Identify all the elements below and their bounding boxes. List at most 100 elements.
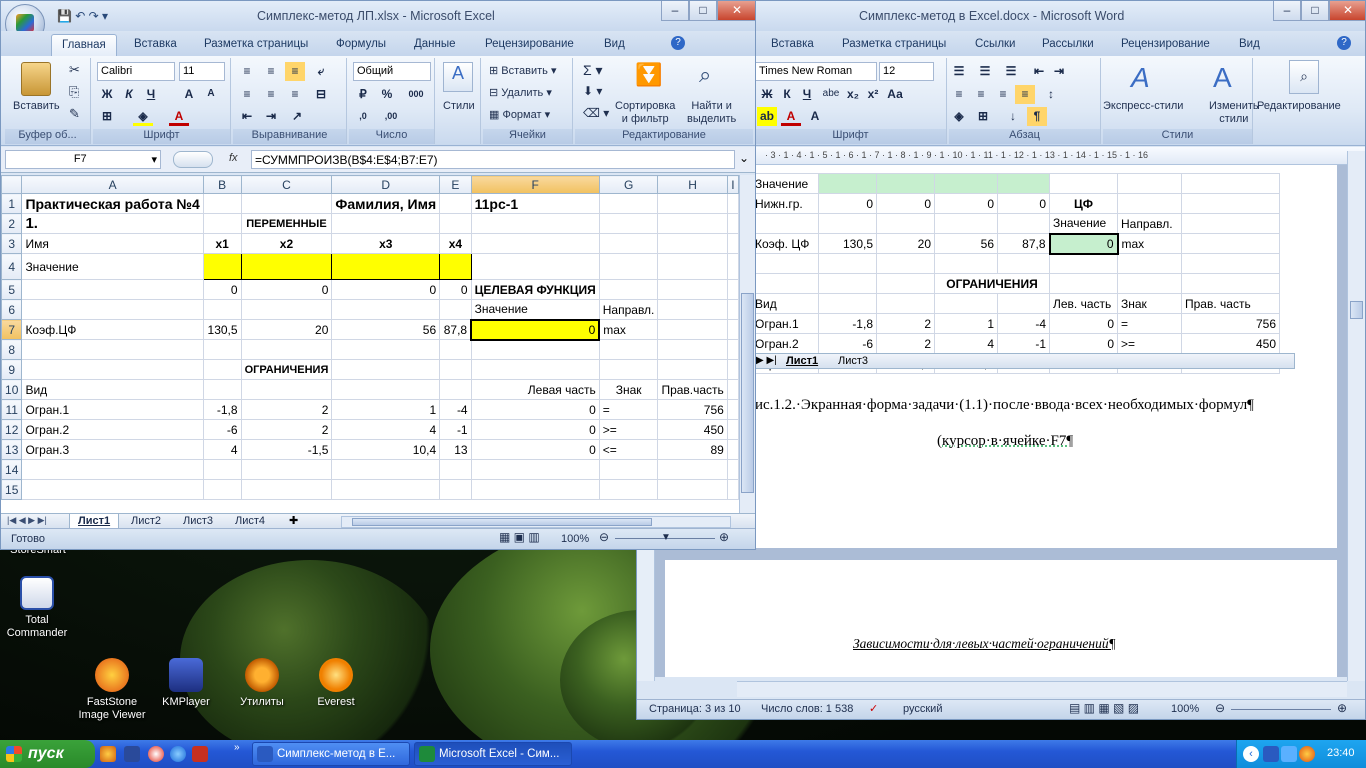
cell[interactable] <box>240 339 333 360</box>
cell[interactable]: 450 <box>1181 333 1280 354</box>
cell[interactable] <box>331 479 441 500</box>
row-header[interactable]: 9 <box>1 359 23 380</box>
cell-F6[interactable]: Значение <box>470 299 600 320</box>
cell[interactable]: 2 <box>240 399 333 420</box>
tray-icon[interactable]: ‹ <box>1243 746 1259 762</box>
cell[interactable] <box>598 253 659 280</box>
cell[interactable] <box>439 359 472 380</box>
align-left-icon[interactable]: ≡ <box>949 85 969 104</box>
zoom-slider-thumb-icon[interactable]: ▼ <box>661 532 671 543</box>
express-styles-button[interactable]: Экспресс-стили <box>1103 100 1183 112</box>
word-tab-view[interactable]: Вид <box>1239 38 1260 50</box>
cell[interactable]: Направл. <box>1117 213 1182 234</box>
cell[interactable]: 56 <box>934 233 998 254</box>
cell[interactable] <box>439 479 472 500</box>
word-strike-button[interactable]: Ж <box>757 85 777 104</box>
increase-decimal-icon[interactable]: ,0 <box>353 107 373 126</box>
align-center-icon[interactable]: ≡ <box>971 85 991 104</box>
cell[interactable]: -1,5 <box>240 439 333 460</box>
view-layout-icons[interactable]: ▤ ▥ ▦ ▧ ▨ <box>1069 701 1139 715</box>
cell[interactable]: 0 <box>1049 333 1118 354</box>
increase-indent-icon[interactable]: ⇥ <box>1049 62 1069 81</box>
justify-icon[interactable]: ≡ <box>1015 85 1035 104</box>
cell[interactable] <box>470 359 600 380</box>
percent-icon[interactable]: % <box>377 85 397 104</box>
excel-tab-review[interactable]: Рецензирование <box>485 38 574 50</box>
cell[interactable]: 0 <box>1048 232 1119 255</box>
express-styles-icon[interactable]: A <box>1131 62 1150 94</box>
bold-button[interactable]: Ж <box>97 85 117 104</box>
grow-font-button[interactable]: A <box>179 85 199 104</box>
embedded-tab-sheet1[interactable]: Лист1 <box>786 355 818 367</box>
quicklaunch-icon[interactable] <box>100 746 116 762</box>
excel-font-name-field[interactable]: Calibri <box>97 62 175 81</box>
underline-button[interactable]: Ч <box>141 85 161 104</box>
word-font-name-field[interactable]: Times New Roman <box>755 62 877 81</box>
word-scroll-thumb[interactable] <box>1350 301 1363 319</box>
view-normal-icon[interactable]: ▦ ▣ ▥ <box>499 530 540 544</box>
cell[interactable]: ОГРАНИЧЕНИЯ <box>934 273 1050 294</box>
col-header[interactable]: H <box>657 175 728 194</box>
desktop-icon-utilities[interactable]: Утилиты <box>222 658 302 709</box>
col-header[interactable]: D <box>331 175 441 194</box>
cell[interactable] <box>331 299 441 320</box>
borders-icon[interactable]: ⊞ <box>973 107 993 126</box>
paste-icon[interactable] <box>21 62 51 96</box>
col-header[interactable]: I <box>726 175 739 194</box>
figure-caption-cursor[interactable]: (курсор·в·ячейке·F7¶ <box>937 433 1073 450</box>
row-header[interactable]: 13 <box>1 439 23 460</box>
zoom-in-icon[interactable]: ⊕ <box>1337 701 1347 715</box>
editing-button[interactable]: Редактирование <box>1257 100 1341 112</box>
cell[interactable] <box>331 379 441 400</box>
spellcheck-icon[interactable]: ✓ <box>869 702 878 715</box>
change-styles-button[interactable]: Изменить стили <box>1209 100 1259 126</box>
zoom-slider[interactable] <box>1231 709 1331 710</box>
excel-tab-page-layout[interactable]: Разметка страницы <box>204 38 308 50</box>
excel-tab-home[interactable]: Главная <box>51 34 117 57</box>
cell[interactable] <box>21 299 204 320</box>
cell[interactable] <box>21 359 204 380</box>
sheet-tab-3[interactable]: Лист3 <box>177 515 219 527</box>
word-grow-font-button[interactable]: A <box>805 107 825 126</box>
excel-tab-view[interactable]: Вид <box>604 38 625 50</box>
cell[interactable] <box>726 233 739 254</box>
cell[interactable] <box>240 479 333 500</box>
cell[interactable]: 450 <box>657 419 728 440</box>
word-tab-references[interactable]: Ссылки <box>975 38 1016 50</box>
cell[interactable]: Вид <box>751 293 819 314</box>
quick-access-toolbar[interactable]: 💾 ↶ ↷ ▾ <box>57 9 108 23</box>
dependencies-heading[interactable]: Зависимости·для·левых·частей·ограничений… <box>853 636 1116 652</box>
cell-A11[interactable]: Огран.1 <box>21 399 204 420</box>
orientation-icon[interactable]: ↗ <box>287 107 307 126</box>
cell-A12[interactable]: Огран.2 <box>21 419 204 440</box>
name-box[interactable]: F7 ▾ <box>5 150 161 169</box>
cell[interactable] <box>470 233 600 254</box>
cell-D4[interactable] <box>331 253 441 280</box>
cell-A7[interactable]: Коэф.ЦФ <box>21 319 204 340</box>
cell-A2[interactable]: 1. <box>21 213 204 234</box>
word-tab-mailings[interactable]: Рассылки <box>1042 38 1094 50</box>
cell[interactable]: 0 <box>470 419 600 440</box>
shrink-font-button[interactable]: A <box>201 85 221 104</box>
cell[interactable]: >= <box>598 419 659 440</box>
pilcrow-icon[interactable]: ¶ <box>1027 107 1047 126</box>
cell[interactable] <box>470 459 600 480</box>
excel-window[interactable]: 💾 ↶ ↷ ▾ Симплекс-метод ЛП.xlsx - Microso… <box>0 0 756 550</box>
format-cells-button[interactable]: ▦ Формат ▾ <box>489 108 550 121</box>
cell[interactable] <box>726 339 739 360</box>
word-highlight-icon[interactable]: ab <box>757 107 777 126</box>
cell[interactable] <box>598 233 659 254</box>
word-maximize-button[interactable]: □ <box>1301 1 1329 21</box>
cell[interactable]: 756 <box>1181 313 1280 334</box>
start-button[interactable]: пуск <box>0 740 95 768</box>
cell-E3[interactable]: x4 <box>439 233 472 254</box>
formula-bar-divider[interactable] <box>173 151 213 168</box>
sort-filter-icon[interactable]: ⏬ <box>635 62 662 88</box>
bullets-icon[interactable]: ☰ <box>949 62 969 81</box>
currency-icon[interactable]: ₽ <box>353 85 373 104</box>
word-zoom-level[interactable]: 100% <box>1171 703 1199 715</box>
word-underline-button[interactable]: Ч <box>797 85 817 104</box>
cell-A4[interactable]: Значение <box>21 253 204 280</box>
cell[interactable]: Значение <box>751 173 819 194</box>
cell[interactable] <box>240 459 333 480</box>
